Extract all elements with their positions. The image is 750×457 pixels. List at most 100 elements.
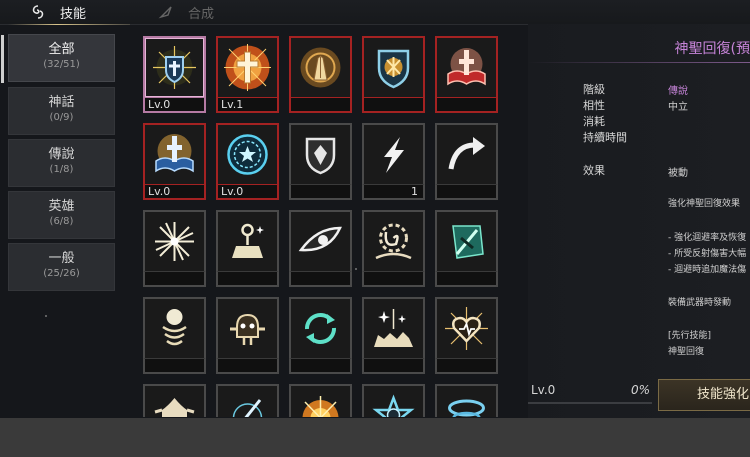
skill-frame [435,384,498,417]
skill-frame [435,36,498,99]
skill-slot[interactable] [289,123,352,203]
tab-compose[interactable]: 合成 [150,0,250,24]
tab-skills[interactable]: 技能 [0,0,130,25]
praying-hands-icon [300,47,341,88]
skill-level-bar [216,271,279,287]
skill-slot[interactable] [435,384,498,417]
lightning-bolt-icon [384,137,404,173]
enhance-level: Lv.0 [531,383,556,397]
skill-slot[interactable] [289,36,352,116]
sigil-shield-icon [377,49,410,89]
skill-frame [362,36,425,99]
skill-level-bar: Lv.0 [216,184,279,200]
skill-level: Lv.0 [221,185,244,198]
skill-slot[interactable] [362,36,425,116]
spiral-emblem-icon [30,4,46,20]
skill-slot[interactable] [143,210,206,290]
skill-slot[interactable] [289,297,352,377]
skill-slot[interactable] [216,210,279,290]
category-name: 全部 [48,42,75,57]
skill-slot[interactable]: Lv.0 [143,36,206,116]
skill-frame [362,297,425,360]
skill-frame [143,36,206,99]
skill-frame [216,36,279,99]
effect-label: 效果 [583,164,605,177]
skill-frame [289,210,352,273]
category-name: 神話 [48,95,75,110]
curved-arrow-icon [448,137,485,170]
skill-slot[interactable] [435,36,498,116]
holy-book-red-icon [447,48,486,86]
skill-slot[interactable]: Lv.1 [216,36,279,116]
skill-level-bar [362,358,425,374]
skill-slot[interactable] [289,384,352,417]
skill-slot[interactable]: Lv.0 [216,123,279,203]
skill-level-bar: Lv.0 [143,184,206,200]
category-count: (25/26) [43,268,80,279]
skill-level-bar [435,358,498,374]
enhance-skill-button[interactable]: 技能強化 [658,379,750,411]
skill-frame [362,384,425,417]
category-mythic[interactable]: 神話 (0/9) [8,87,115,135]
enhance-progress-text: 0% [631,383,651,397]
category-heroic[interactable]: 英雄 (6/8) [8,191,115,239]
skill-frame [435,123,498,186]
skill-level: Lv.0 [148,98,171,111]
skill-slot[interactable]: 1 [362,123,425,203]
skill-level-bar: Lv.1 [216,97,279,113]
skill-slot[interactable] [362,297,425,377]
ankh-altar-icon [232,223,264,258]
skill-level-bar [289,184,352,200]
skill-frame [362,123,425,186]
skill-level-bar [289,358,352,374]
skill-level-bar: Lv.0 [143,97,206,113]
background-speck [45,315,47,317]
skill-slot[interactable] [216,384,279,417]
skill-level-bar [435,271,498,287]
skill-count: 1 [411,185,418,198]
category-normal[interactable]: 一般 (25/26) [8,243,115,291]
skill-frame [216,210,279,273]
skill-frame [216,123,279,186]
skill-slot[interactable] [435,123,498,203]
skill-level-bar [143,271,206,287]
tab-compose-label: 合成 [188,6,215,22]
skill-slot[interactable] [362,384,425,417]
skill-level: Lv.0 [148,185,171,198]
skill-frame [143,210,206,273]
skill-frame [216,297,279,360]
category-legendary[interactable]: 傳說 (1/8) [8,139,115,187]
description-line: 強化神聖回復效果 [668,199,741,209]
skill-level-bar [143,358,206,374]
cost-label: 消耗 [583,115,605,128]
enhance-bar: Lv.0 0% 技能強化 [528,378,750,418]
skill-slot[interactable] [216,297,279,377]
star-circle-icon [227,134,268,175]
skill-slot[interactable] [143,384,206,417]
skill-frame [362,210,425,273]
sunburst-icon [302,396,339,417]
skill-level-bar [289,97,352,113]
skill-frame [435,210,498,273]
radiant-cross-icon [224,44,271,91]
skill-level-bar [362,271,425,287]
star-seal-icon [372,394,415,417]
skill-slot[interactable] [362,210,425,290]
quill-icon [158,4,174,20]
category-all[interactable]: 全部 (32/51) [1,34,115,83]
prerequisite-value: 神聖回復 [668,347,705,357]
skill-level-bar [216,358,279,374]
category-count: (6/8) [49,216,74,227]
title-divider [528,62,750,63]
skill-slot[interactable]: Lv.0 [143,123,206,203]
skill-slot[interactable] [289,210,352,290]
skill-slot[interactable] [143,297,206,377]
skill-slot[interactable] [435,297,498,377]
spirit-face-icon [230,313,265,345]
prerequisite-label: [先行技能] [668,331,712,341]
description-line: - 強化迴避率及恢復 [668,233,747,243]
skill-frame [289,123,352,186]
category-count: (0/9) [49,112,74,123]
skill-slot[interactable] [435,210,498,290]
skill-frame [435,297,498,360]
